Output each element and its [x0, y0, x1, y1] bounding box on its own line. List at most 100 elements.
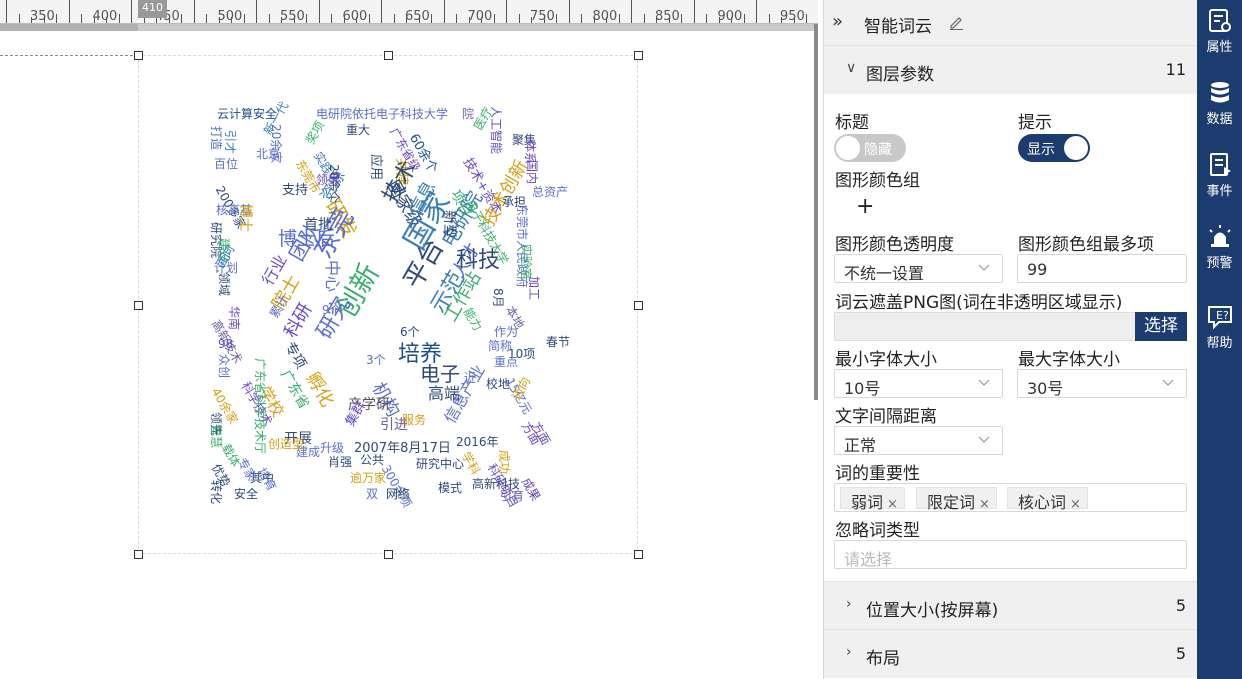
ruler-tick [743, 14, 745, 23]
cloud-word: 6个 [400, 325, 420, 339]
tag-core[interactable]: 核心词 × [1007, 487, 1088, 512]
section-layout[interactable]: › 布局 5 [824, 629, 1198, 678]
canvas-scrollbar[interactable] [814, 24, 818, 400]
nav-help[interactable]: E? 帮助 [1197, 296, 1242, 366]
ruler-tick [6, 0, 7, 23]
input-value: 99 [1027, 260, 1048, 279]
max-font-select[interactable]: 30号 [1017, 369, 1187, 398]
ruler-tick [68, 0, 70, 23]
cloud-word: 双 [366, 487, 379, 501]
cloud-word: 服务 [402, 413, 427, 427]
resize-handle-right[interactable] [634, 301, 643, 310]
ruler-tick [756, 0, 757, 23]
cloud-word: 公共 [360, 453, 385, 467]
ruler-tick [706, 14, 707, 23]
cloud-word: 模式 [438, 481, 463, 495]
nav-alarm[interactable]: 预警 [1197, 216, 1242, 286]
nav-data[interactable]: 数据 [1197, 72, 1242, 142]
hint-toggle[interactable]: 显示 [1018, 134, 1090, 162]
resize-handle-top-left[interactable] [134, 51, 143, 60]
ruler-tick [531, 17, 532, 23]
cloud-word: 应用 [368, 154, 383, 181]
close-icon[interactable]: × [979, 497, 990, 512]
ruler-tick [56, 14, 57, 23]
ruler-tick [368, 14, 370, 23]
ruler-tick [643, 14, 645, 23]
cloud-word: 团队 [284, 218, 326, 265]
max-items-input[interactable]: 99 [1017, 254, 1187, 283]
cloud-word: 近 [464, 371, 477, 385]
svg-text:E?: E? [1216, 309, 1229, 322]
resize-handle-bottom-right[interactable] [634, 550, 643, 559]
ruler-label: 550 [280, 9, 305, 24]
section-count: 5 [1175, 644, 1186, 663]
nav-label: 帮助 [1206, 336, 1233, 351]
ruler-tick [31, 17, 32, 23]
add-color-icon[interactable]: + [856, 194, 874, 219]
tag-weak[interactable]: 弱词 × [840, 487, 905, 512]
min-font-select[interactable]: 10号 [834, 369, 1003, 398]
ruler-tick [681, 14, 682, 23]
ruler-tick [343, 17, 345, 23]
cloud-word: 实验室 [519, 244, 533, 281]
resize-handle-bottom-left[interactable] [134, 550, 143, 559]
tag-qualifier[interactable]: 限定词 × [916, 487, 997, 512]
collapse-panel-icon[interactable]: » [832, 11, 843, 32]
edit-icon[interactable] [948, 14, 964, 30]
cloud-word: 打造 [209, 126, 223, 151]
section-layer-params[interactable]: ∨ 图层参数 11 [824, 45, 1198, 94]
tag-label: 弱词 [851, 493, 884, 512]
chevron-down-icon: ∨ [846, 60, 857, 76]
nav-event[interactable]: 事件 [1197, 144, 1242, 214]
choose-button[interactable]: 选择 [1135, 312, 1187, 341]
resize-handle-bottom[interactable] [384, 550, 393, 559]
design-canvas[interactable]: 350 400 450 500 550 600 650 700 750 800 850 900 950 … [0, 0, 818, 679]
hint-label: 提示 [1018, 113, 1052, 133]
close-icon[interactable]: × [1070, 497, 1081, 512]
cloud-word: 升级 [320, 441, 345, 455]
title-toggle[interactable]: 隐藏 [834, 134, 906, 162]
ruler-tick [543, 17, 545, 23]
ruler-tick [556, 14, 557, 23]
ruler-label: 800 [592, 9, 618, 24]
cloud-word: 总资产 [532, 185, 569, 199]
spacing-select[interactable]: 正常 [834, 426, 1003, 455]
nav-label: 预警 [1206, 256, 1233, 271]
resize-handle-left[interactable] [134, 301, 143, 310]
section-count: 5 [1175, 596, 1186, 615]
ruler-tick [781, 17, 782, 23]
select-value: 30号 [1027, 379, 1064, 398]
ignore-select[interactable]: 请选择 [834, 540, 1187, 569]
select-value: 不统一设置 [844, 264, 925, 283]
ruler-tick [381, 0, 382, 23]
close-icon[interactable]: × [887, 497, 898, 512]
cloud-word: 新型 [441, 210, 457, 238]
nav-property[interactable]: 属性 [1197, 0, 1242, 70]
cloud-word: 安全 [234, 487, 259, 501]
ruler-tick [93, 17, 95, 23]
section-position-size[interactable]: › 位置大小(按屏幕) 5 [824, 581, 1198, 630]
opacity-label: 图形颜色透明度 [835, 235, 954, 255]
ruler-tick [443, 0, 445, 23]
ruler-label: 650 [405, 9, 430, 24]
chevron-down-icon [978, 436, 990, 443]
resize-handle-top-right[interactable] [634, 51, 643, 60]
cloud-word: 创造型 [268, 437, 305, 451]
ruler-tick [181, 14, 182, 23]
ruler-label: 400 [92, 9, 118, 24]
opacity-select[interactable]: 不统一设置 [834, 254, 1003, 283]
max-font-label: 最大字体大小 [1018, 350, 1120, 370]
ruler-tick [218, 17, 220, 23]
mask-label: 词云遮盖PNG图(词在非透明区域显示) [835, 293, 1123, 313]
reference-guide-line [0, 55, 138, 56]
ruler-tick [131, 0, 132, 23]
cloud-word: 网络 [386, 487, 411, 501]
resize-handle-top[interactable] [384, 51, 393, 60]
mask-image-input[interactable] [834, 312, 1136, 341]
importance-multiselect[interactable]: 弱词 × 限定词 × 核心词 × [834, 483, 1187, 512]
ruler-label: 600 [342, 9, 368, 24]
ruler-tick [418, 17, 420, 23]
ruler-tick [318, 0, 320, 23]
property-icon [1208, 9, 1231, 32]
section-title: 位置大小(按屏幕) [866, 601, 999, 621]
